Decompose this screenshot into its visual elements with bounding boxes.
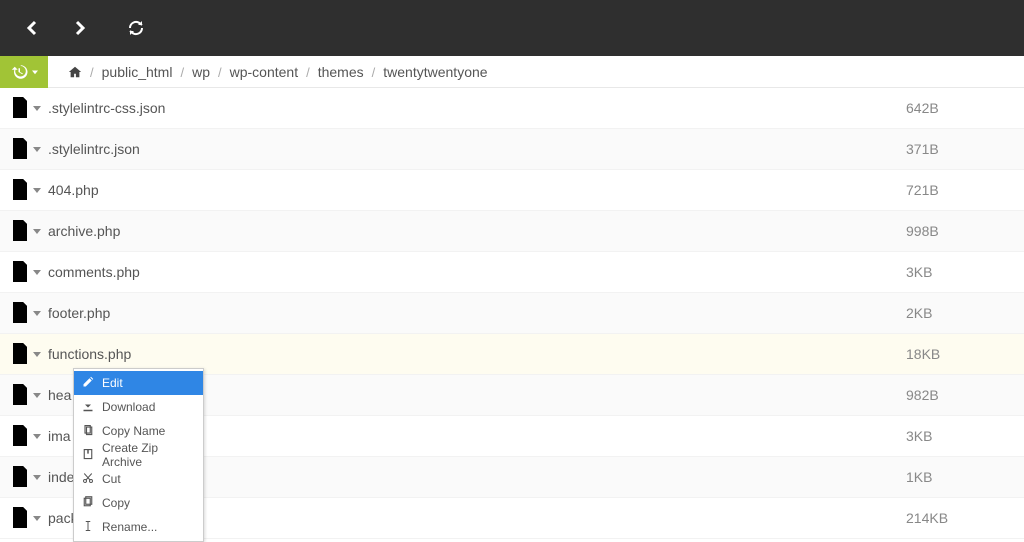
refresh-icon	[128, 20, 144, 36]
file-menu-caret[interactable]	[32, 145, 42, 153]
back-button[interactable]	[8, 0, 56, 56]
code-file-icon	[10, 465, 30, 489]
code-file-icon	[10, 301, 30, 325]
context-menu-label: Copy	[102, 496, 130, 510]
code-file-icon	[10, 260, 30, 284]
caret-down-icon	[32, 69, 38, 75]
code-file-icon	[10, 219, 30, 243]
file-size: 2KB	[906, 305, 966, 321]
download-icon	[82, 400, 94, 415]
context-menu-label: Rename...	[102, 520, 157, 534]
refresh-button[interactable]	[112, 0, 160, 56]
home-icon	[68, 65, 82, 79]
context-menu-download[interactable]: Download	[74, 395, 203, 419]
breadcrumb-home[interactable]	[68, 65, 82, 79]
file-menu-caret[interactable]	[32, 227, 42, 235]
code-file-icon	[10, 424, 30, 448]
code-file-icon	[10, 137, 30, 161]
chevron-right-icon	[72, 20, 88, 36]
file-size: 3KB	[906, 264, 966, 280]
breadcrumb-segment[interactable]: public_html	[102, 64, 173, 80]
breadcrumb-separator: /	[372, 65, 376, 80]
forward-button[interactable]	[56, 0, 104, 56]
file-row[interactable]: footer.php2KB	[0, 293, 1024, 334]
history-button[interactable]	[0, 56, 48, 88]
edit-icon	[82, 376, 94, 391]
context-menu-label: Cut	[102, 472, 121, 486]
breadcrumb-separator: /	[218, 65, 222, 80]
context-menu-zip[interactable]: Create Zip Archive	[74, 443, 203, 467]
zip-icon	[82, 448, 94, 463]
breadcrumb-segment[interactable]: themes	[318, 64, 364, 80]
file-menu-caret[interactable]	[32, 473, 42, 481]
file-menu-caret[interactable]	[32, 514, 42, 522]
context-menu-rename[interactable]: Rename...	[74, 515, 203, 539]
file-size: 998B	[906, 223, 966, 239]
file-menu-caret[interactable]	[32, 350, 42, 358]
context-menu-label: Create Zip Archive	[102, 441, 195, 469]
file-size: 721B	[906, 182, 966, 198]
copyname-icon	[82, 424, 94, 439]
code-file-icon	[10, 506, 30, 530]
file-size: 18KB	[906, 346, 966, 362]
context-menu-copy[interactable]: Copy	[74, 491, 203, 515]
file-menu-caret[interactable]	[32, 268, 42, 276]
file-row[interactable]: 404.php721B	[0, 170, 1024, 211]
file-name[interactable]: footer.php	[48, 305, 906, 321]
context-menu-edit[interactable]: Edit	[74, 371, 203, 395]
file-menu-caret[interactable]	[32, 309, 42, 317]
file-menu-caret[interactable]	[32, 391, 42, 399]
breadcrumb-segment[interactable]: wp-content	[230, 64, 298, 80]
breadcrumb-separator: /	[90, 65, 94, 80]
file-size: 371B	[906, 141, 966, 157]
file-name[interactable]: 404.php	[48, 182, 906, 198]
breadcrumb-segment[interactable]: twentytwentyone	[383, 64, 487, 80]
context-menu-copyname[interactable]: Copy Name	[74, 419, 203, 443]
file-menu-caret[interactable]	[32, 432, 42, 440]
code-file-icon	[10, 383, 30, 407]
breadcrumb-segment[interactable]: wp	[192, 64, 210, 80]
file-menu-caret[interactable]	[32, 186, 42, 194]
breadcrumb-separator: /	[306, 65, 310, 80]
file-name[interactable]: comments.php	[48, 264, 906, 280]
copy-icon	[82, 496, 94, 511]
file-size: 982B	[906, 387, 966, 403]
file-row[interactable]: archive.php998B	[0, 211, 1024, 252]
file-row[interactable]: .stylelintrc-css.json642B	[0, 88, 1024, 129]
file-row[interactable]: comments.php3KB	[0, 252, 1024, 293]
breadcrumb-separator: /	[180, 65, 184, 80]
context-menu-label: Download	[102, 400, 155, 414]
file-size: 214KB	[906, 510, 966, 526]
file-name[interactable]: .stylelintrc-css.json	[48, 100, 906, 116]
history-icon	[11, 63, 29, 81]
code-file-icon	[10, 96, 30, 120]
code-file-icon	[10, 342, 30, 366]
file-size: 642B	[906, 100, 966, 116]
context-menu: Edit Download Copy Name Create Zip Archive C…	[73, 368, 204, 542]
topbar	[0, 0, 1024, 56]
file-menu-caret[interactable]	[32, 104, 42, 112]
cut-icon	[82, 472, 94, 487]
file-name[interactable]: archive.php	[48, 223, 906, 239]
context-menu-cut[interactable]: Cut	[74, 467, 203, 491]
context-menu-label: Edit	[102, 376, 123, 390]
file-size: 1KB	[906, 469, 966, 485]
file-name[interactable]: functions.php	[48, 346, 906, 362]
chevron-left-icon	[24, 20, 40, 36]
context-menu-label: Copy Name	[102, 424, 165, 438]
code-file-icon	[10, 178, 30, 202]
file-row[interactable]: .stylelintrc.json371B	[0, 129, 1024, 170]
breadcrumb-bar: / public_html / wp / wp-content / themes / twenty…	[0, 56, 1024, 88]
rename-icon	[82, 520, 94, 535]
file-name[interactable]: .stylelintrc.json	[48, 141, 906, 157]
file-size: 3KB	[906, 428, 966, 444]
